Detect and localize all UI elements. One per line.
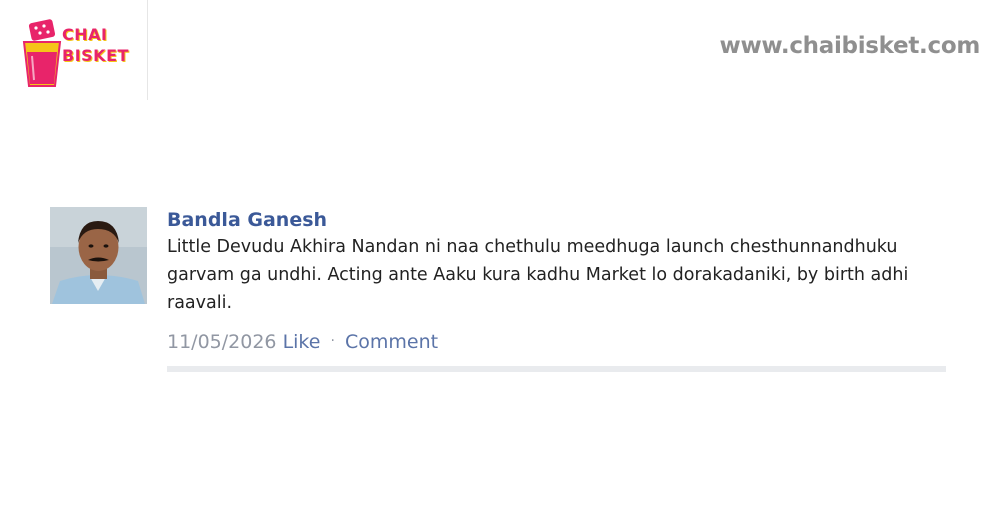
logo-divider bbox=[147, 0, 148, 100]
site-url: www.chaibisket.com bbox=[719, 33, 981, 59]
meta-separator: · bbox=[330, 333, 335, 349]
tea-glass-icon bbox=[22, 19, 62, 87]
author-avatar[interactable] bbox=[50, 207, 147, 304]
logo-text-chai: CHAI bbox=[62, 25, 108, 44]
post-meta: 11/05/2026 Like · Comment bbox=[167, 330, 947, 356]
page: CHAI BISKET www.chaibisket.com Bandla Ga… bbox=[0, 0, 1000, 525]
post-date: 11/05/2026 bbox=[167, 331, 277, 353]
like-link[interactable]: Like bbox=[283, 331, 321, 353]
post-author-link[interactable]: Bandla Ganesh bbox=[167, 207, 947, 233]
post-divider bbox=[167, 366, 946, 372]
avatar-portrait-icon bbox=[50, 207, 147, 304]
post-text: Little Devudu Akhira Nandan ni naa cheth… bbox=[167, 237, 909, 313]
post: Bandla Ganesh Little Devudu Akhira Nanda… bbox=[167, 207, 947, 356]
comment-link[interactable]: Comment bbox=[345, 331, 438, 353]
logo-text-bisket: BISKET bbox=[62, 46, 129, 65]
